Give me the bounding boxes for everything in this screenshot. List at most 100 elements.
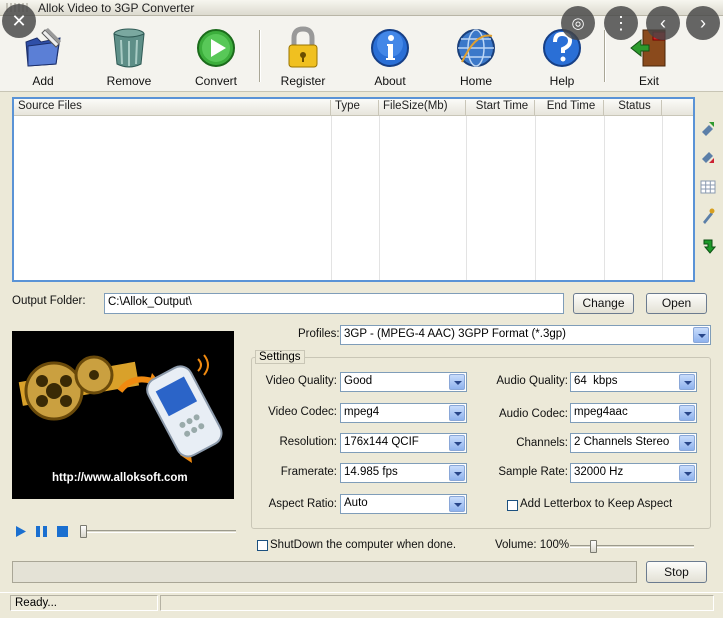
home-button[interactable]: Home [443, 22, 509, 90]
column-divider [379, 116, 380, 280]
source-files-table[interactable]: Source Files Type FileSize(Mb) Start Tim… [12, 97, 695, 282]
channels-label: Channels: [516, 437, 568, 449]
column-status[interactable]: Status [604, 100, 662, 115]
resolution-label: Resolution: [279, 436, 337, 448]
convert-button[interactable]: Convert [183, 22, 249, 90]
next-button[interactable]: › [686, 6, 720, 40]
remove-label: Remove [106, 74, 152, 88]
open-folder-button[interactable]: Open [646, 293, 707, 314]
seek-slider-track[interactable] [82, 530, 236, 533]
window-title: Allok Video to 3GP Converter [38, 1, 195, 15]
more-vertical-icon: ⋮ [612, 12, 630, 33]
sample-rate-select[interactable]: 32000 Hz [570, 463, 697, 483]
profiles-label: Profiles: [298, 328, 340, 340]
chevron-down-icon[interactable] [679, 435, 695, 451]
chevron-down-icon[interactable] [449, 405, 465, 421]
convert-label: Convert [194, 74, 238, 88]
aspect-ratio-select[interactable]: Auto [340, 494, 467, 514]
info-icon [371, 29, 409, 67]
chevron-down-icon[interactable] [449, 374, 465, 390]
change-folder-button[interactable]: Change [573, 293, 634, 314]
close-overlay-button[interactable]: ✕ [2, 4, 36, 38]
move-down-icon[interactable] [700, 149, 716, 165]
audio-quality-value: 64 kbps [574, 375, 618, 387]
audio-codec-select[interactable]: mpeg4aac [570, 403, 697, 423]
trim-edit-icon[interactable] [700, 208, 716, 224]
settings-legend: Settings [255, 350, 305, 364]
more-options-button[interactable]: ⋮ [604, 6, 638, 40]
seek-slider-thumb[interactable] [80, 525, 87, 538]
resolution-select[interactable]: 176x144 QCIF [340, 433, 467, 453]
website-url: http://www.alloksoft.com [52, 472, 188, 484]
move-up-icon[interactable] [700, 120, 716, 136]
about-label: About [374, 74, 406, 88]
channels-select[interactable]: 2 Channels Stereo [570, 433, 697, 453]
pause-icon[interactable] [35, 525, 48, 538]
table-header: Source Files Type FileSize(Mb) Start Tim… [14, 99, 693, 116]
video-codec-value: mpeg4 [344, 406, 380, 418]
output-folder-label: Output Folder: [12, 295, 86, 307]
previous-button[interactable]: ‹ [646, 6, 680, 40]
stop-button[interactable]: Stop [646, 561, 707, 583]
trash-can-icon [113, 28, 145, 68]
stop-preview-icon[interactable] [56, 525, 69, 538]
close-icon: ✕ [11, 10, 27, 31]
column-start-time[interactable]: Start Time [466, 100, 535, 115]
status-bar: Ready... [0, 592, 723, 612]
chevron-down-icon[interactable] [449, 465, 465, 481]
column-source-files[interactable]: Source Files [14, 100, 331, 115]
video-quality-select[interactable]: Good [340, 372, 467, 392]
output-folder-input[interactable]: C:\Allok_Output\ [104, 293, 564, 314]
resolution-value: 176x144 QCIF [344, 436, 419, 448]
refresh-arrow-icon[interactable] [700, 238, 716, 254]
column-divider [604, 116, 605, 280]
chevron-down-icon[interactable] [449, 496, 465, 512]
chevron-down-icon[interactable] [679, 374, 695, 390]
video-preview: http://www.alloksoft.com [12, 331, 234, 499]
channels-value: 2 Channels Stereo [574, 436, 670, 448]
video-quality-label: Video Quality: [265, 375, 337, 387]
volume-slider-track[interactable] [570, 545, 694, 548]
volume-label: Volume: 100% [495, 539, 570, 551]
volume-slider-thumb[interactable] [590, 540, 597, 553]
framerate-select[interactable]: 14.985 fps [340, 463, 467, 483]
play-convert-icon [197, 29, 235, 67]
globe-home-icon [457, 29, 495, 67]
lens-overlay-button[interactable]: ◎ [561, 6, 595, 40]
audio-quality-select[interactable]: 64 kbps [570, 372, 697, 392]
column-filesize[interactable]: FileSize(Mb) [379, 100, 466, 115]
sample-rate-label: Sample Rate: [498, 466, 568, 478]
chevron-left-icon: ‹ [660, 12, 666, 33]
toolbar-separator [259, 30, 261, 82]
play-icon[interactable] [14, 525, 27, 538]
column-type[interactable]: Type [331, 100, 379, 115]
profiles-select[interactable]: 3GP - (MPEG-4 AAC) 3GPP Format (*.3gp) [340, 325, 711, 345]
framerate-label: Framerate: [280, 466, 337, 478]
audio-quality-label: Audio Quality: [496, 375, 568, 387]
register-button[interactable]: Register [270, 22, 336, 90]
aspect-ratio-value: Auto [344, 497, 368, 509]
chevron-down-icon[interactable] [679, 465, 695, 481]
padlock-icon [288, 26, 318, 68]
shutdown-checkbox[interactable] [257, 540, 268, 551]
letterbox-checkbox[interactable] [507, 500, 518, 511]
status-pane [160, 595, 714, 611]
chevron-down-icon[interactable] [679, 405, 695, 421]
column-end-time[interactable]: End Time [535, 100, 604, 115]
about-button[interactable]: About [357, 22, 423, 90]
column-divider [662, 116, 663, 280]
column-divider [535, 116, 536, 280]
profiles-value: 3GP - (MPEG-4 AAC) 3GPP Format (*.3gp) [344, 328, 566, 340]
video-codec-select[interactable]: mpeg4 [340, 403, 467, 423]
select-all-grid-icon[interactable] [700, 179, 716, 195]
sample-rate-value: 32000 Hz [574, 466, 624, 478]
framerate-value: 14.985 fps [344, 466, 398, 478]
exit-label: Exit [638, 74, 659, 88]
shutdown-label: ShutDown the computer when done. [270, 539, 457, 551]
chevron-down-icon[interactable] [693, 327, 709, 343]
chevron-down-icon[interactable] [449, 435, 465, 451]
remove-button[interactable]: Remove [96, 22, 162, 90]
audio-codec-label: Audio Codec: [498, 408, 568, 420]
audio-codec-value: mpeg4aac [574, 406, 628, 418]
video-codec-label: Video Codec: [268, 406, 337, 418]
